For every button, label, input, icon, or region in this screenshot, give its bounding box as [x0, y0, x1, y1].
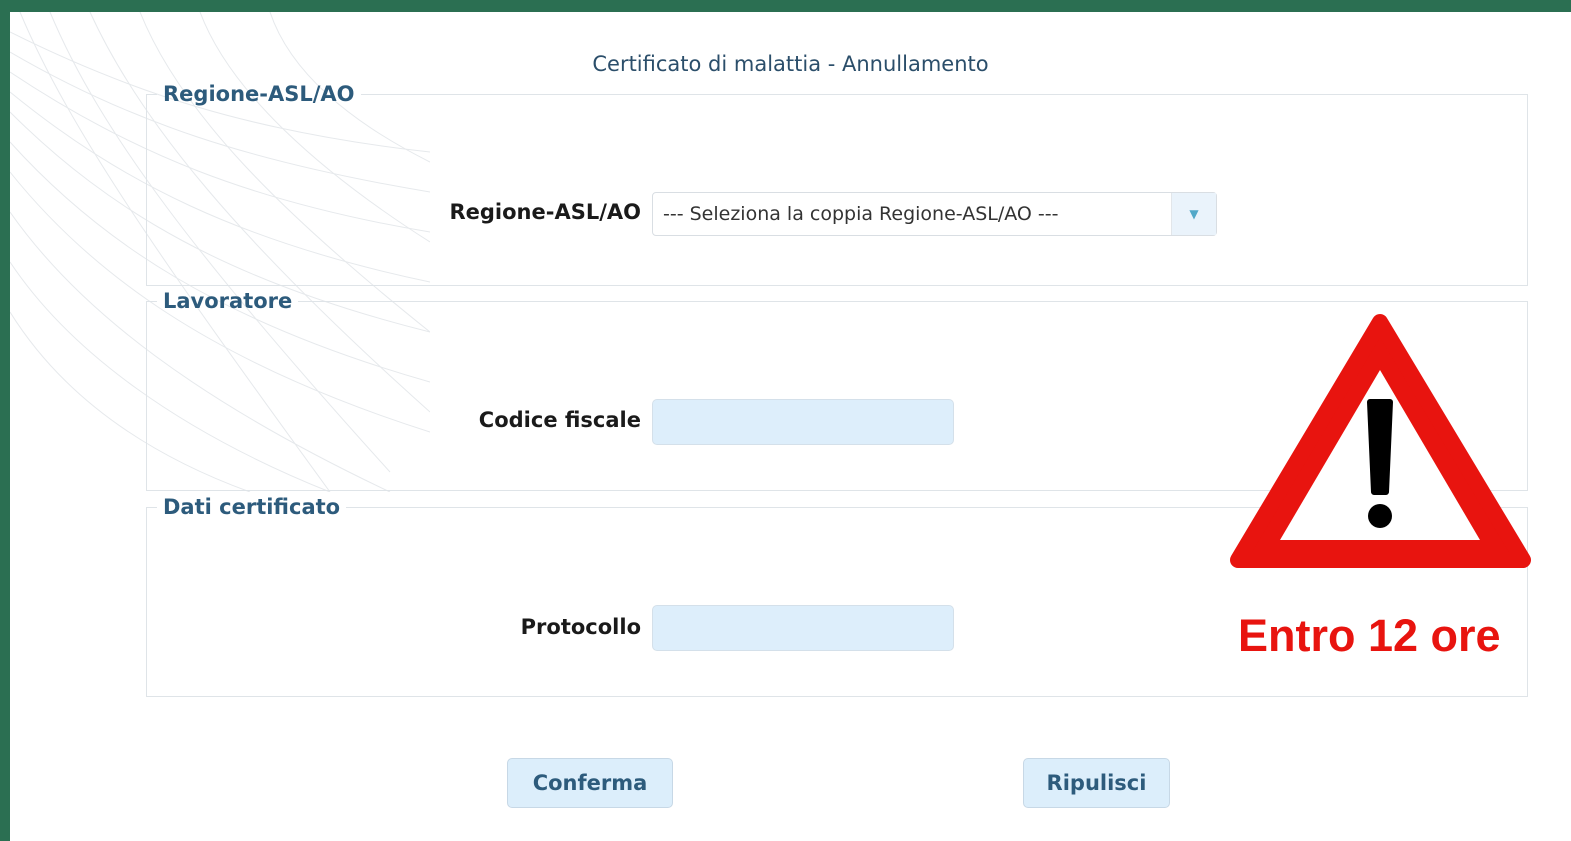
section-legend-regione: Regione-ASL/AO	[163, 82, 355, 106]
conferma-button[interactable]: Conferma	[507, 758, 673, 808]
ripulisci-button[interactable]: Ripulisci	[1023, 758, 1170, 808]
page-title: Certificato di malattia - Annullamento	[592, 52, 989, 76]
form-window: Certificato di malattia - Annullamento R…	[10, 12, 1571, 841]
warning-text: Entro 12 ore	[1238, 610, 1501, 661]
section-legend-dati-certificato: Dati certificato	[163, 495, 341, 519]
section-legend-lavoratore: Lavoratore	[163, 289, 293, 313]
section-regione: Regione-ASL/AO	[146, 82, 1528, 286]
codice-fiscale-label: Codice fiscale	[478, 408, 641, 432]
protocollo-input[interactable]	[652, 605, 954, 651]
regione-label: Regione-ASL/AO	[449, 200, 641, 224]
protocollo-label: Protocollo	[520, 615, 641, 639]
codice-fiscale-input[interactable]	[652, 399, 954, 445]
regione-select-value: --- Seleziona la coppia Regione-ASL/AO -…	[663, 203, 1059, 225]
warning-triangle-icon	[1230, 314, 1531, 568]
regione-select[interactable]: --- Seleziona la coppia Regione-ASL/AO -…	[652, 192, 1217, 236]
chevron-down-icon[interactable]: ▼	[1171, 193, 1216, 235]
